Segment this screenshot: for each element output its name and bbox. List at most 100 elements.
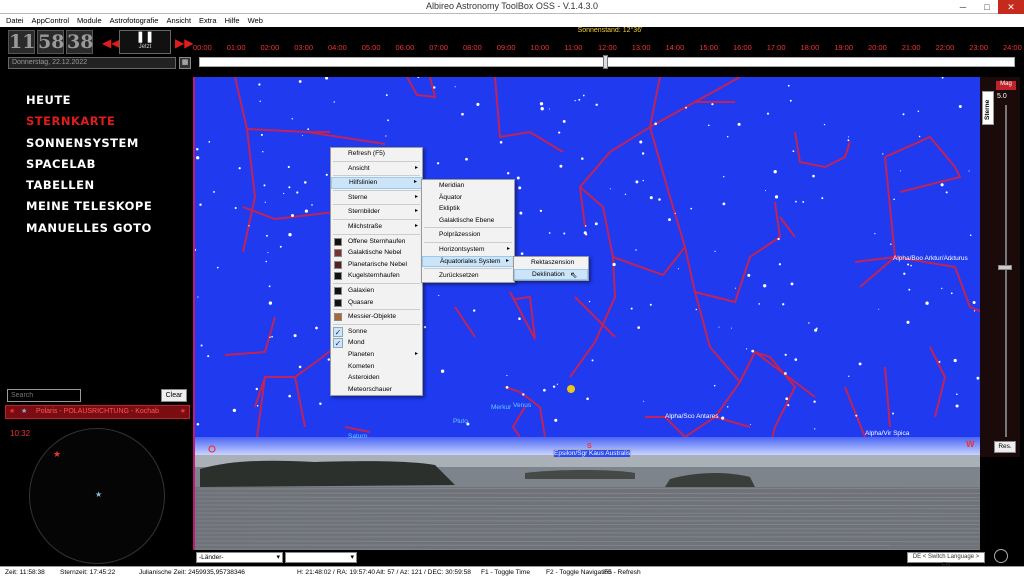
label-venus[interactable]: Venus bbox=[513, 402, 531, 409]
star-dot bbox=[787, 84, 790, 87]
menu-item-sternbilder[interactable]: Sternbilder ▸ bbox=[331, 206, 422, 218]
star-map-canvas[interactable] bbox=[195, 77, 980, 550]
chevron-right-icon: ▸ bbox=[413, 179, 417, 186]
menu-item-aequator[interactable]: Äquator bbox=[422, 192, 514, 204]
forward-button[interactable]: ▶▶ bbox=[175, 36, 193, 50]
menu-item-aequatoriales-system[interactable]: Äquatoriales System ▸ bbox=[422, 255, 514, 268]
label-antares[interactable]: Alpha/Sco Antares bbox=[665, 413, 718, 420]
menu-web[interactable]: Web bbox=[248, 14, 263, 27]
star-dot bbox=[267, 252, 269, 254]
menu-item-galaxien[interactable]: Galaxien bbox=[331, 285, 422, 297]
label-arcturus[interactable]: Alpha/Boo Arktur/Arkturus bbox=[893, 255, 968, 262]
date-field[interactable]: Donnerstag, 22.12.2022 bbox=[8, 57, 176, 69]
menu-item-kometen[interactable]: Kometen bbox=[331, 361, 422, 373]
menu-item-polpraezession[interactable]: Polpräzession bbox=[422, 229, 514, 241]
menu-item-messier-objekte[interactable]: Messier-Objekte bbox=[331, 311, 422, 323]
menu-ansicht[interactable]: Ansicht bbox=[166, 14, 191, 27]
menu-item-planetarische-nebel[interactable]: Planetarische Nebel bbox=[331, 259, 422, 271]
star-dot bbox=[559, 164, 563, 168]
menu-item-milchstrasse[interactable]: Milchstraße ▸ bbox=[331, 221, 422, 233]
star-dot bbox=[539, 102, 544, 106]
menu-item-galaktische-nebel[interactable]: Galaktische Nebel bbox=[331, 247, 422, 259]
star-dot bbox=[782, 303, 785, 306]
nav-item-tabellen[interactable]: TABELLEN bbox=[26, 179, 152, 200]
tab-sterne[interactable]: Sterne bbox=[982, 91, 994, 125]
label-kaus-australis[interactable]: Epsilon/Sgr Kaus Australis bbox=[553, 449, 632, 458]
menu-hilfe[interactable]: Hilfe bbox=[225, 14, 240, 27]
star-dot bbox=[519, 211, 523, 215]
menu-item-sterne[interactable]: Sterne ▸ bbox=[331, 192, 422, 204]
star-dot bbox=[890, 243, 892, 245]
menu-datei[interactable]: Datei bbox=[6, 14, 24, 27]
switch-language-button[interactable]: DE < Switch Language > EN bbox=[907, 552, 985, 569]
star-dot bbox=[268, 285, 271, 288]
nav-item-sonnensystem[interactable]: SONNENSYSTEM bbox=[26, 137, 152, 158]
polar-radar: ★ ★ bbox=[29, 428, 165, 564]
minimize-button[interactable]: ─ bbox=[952, 0, 974, 14]
chevron-right-icon: ▸ bbox=[414, 193, 418, 200]
label-pluto[interactable]: Pluto bbox=[453, 418, 468, 425]
star-dot bbox=[902, 113, 905, 116]
pause-now-button[interactable]: ❚❚ Jetzt bbox=[119, 30, 171, 54]
nav-item-meine-teleskope[interactable]: MEINE TELESKOPE bbox=[26, 200, 152, 221]
star-dot bbox=[649, 303, 652, 306]
menu-item-galaktische-ebene[interactable]: Galaktische Ebene bbox=[422, 215, 514, 227]
timeline-hour-label: 22:00 bbox=[935, 43, 955, 52]
label-spica[interactable]: Alpha/Vir Spica bbox=[865, 430, 909, 437]
reset-button[interactable]: Res. bbox=[994, 441, 1016, 453]
menu-item-mond[interactable]: ✓ Mond bbox=[331, 337, 422, 349]
rewind-button[interactable]: ◀◀ bbox=[102, 36, 120, 50]
star-dot bbox=[882, 153, 884, 155]
menu-item-offene-sternhaufen[interactable]: Offene Sternhaufen bbox=[331, 236, 422, 248]
star-map[interactable]: Alpha/Boo Arktur/Arkturus Alpha/Sco Anta… bbox=[193, 77, 980, 550]
magnitude-slider-track[interactable] bbox=[1005, 105, 1007, 437]
quasar-icon bbox=[334, 298, 342, 307]
star-dot bbox=[721, 416, 725, 420]
menu-item-rektaszension[interactable]: Rektaszension bbox=[514, 257, 588, 269]
label-saturn[interactable]: Saturn bbox=[348, 433, 367, 440]
menu-module[interactable]: Module bbox=[77, 14, 102, 27]
menu-item-refresh[interactable]: Refresh (F5) bbox=[331, 148, 422, 160]
timeline-hour-label: 20:00 bbox=[868, 43, 887, 52]
sun-icon[interactable] bbox=[567, 385, 575, 393]
menu-item-ekliptik[interactable]: Ekliptik bbox=[422, 203, 514, 215]
menu-item-ansicht[interactable]: Ansicht ▸ bbox=[331, 163, 422, 175]
magnitude-slider-thumb[interactable] bbox=[998, 265, 1012, 270]
menu-item-hilfslinien[interactable]: Hilfslinien ▸ bbox=[331, 177, 422, 189]
close-button[interactable]: ✕ bbox=[998, 0, 1024, 14]
menu-item-meteorschauer[interactable]: Meteorschauer bbox=[331, 384, 422, 396]
nav-item-spacelab[interactable]: SPACELAB bbox=[26, 158, 152, 179]
star-dot bbox=[288, 233, 292, 237]
star-dot bbox=[766, 112, 770, 115]
menu-item-meridian[interactable]: Meridian bbox=[422, 180, 514, 192]
menu-item-zuruecksetzen[interactable]: Zurücksetzen bbox=[422, 270, 514, 282]
label-merkur[interactable]: Merkur bbox=[491, 404, 511, 411]
menu-item-horizontsystem[interactable]: Horizontsystem ▸ bbox=[422, 244, 514, 256]
menu-item-quasare[interactable]: Quasare bbox=[331, 297, 422, 309]
star-dot bbox=[624, 193, 627, 195]
nav-item-manuelles-goto[interactable]: MANUELLES GOTO bbox=[26, 222, 152, 243]
calendar-icon[interactable]: ▦ bbox=[179, 57, 191, 69]
star-dot bbox=[649, 196, 653, 200]
menu-item-asteroiden[interactable]: Asteroiden bbox=[331, 372, 422, 384]
menu-astrofotografie[interactable]: Astrofotografie bbox=[110, 14, 159, 27]
pole-star-strip[interactable]: ★ ★ Polaris - POLAUSRICHTUNG - Kochab ★ bbox=[5, 405, 190, 419]
menu-item-planeten[interactable]: Planeten ▸ bbox=[331, 349, 422, 361]
menu-item-sonne[interactable]: ✓ Sonne bbox=[331, 326, 422, 338]
maximize-button[interactable]: □ bbox=[976, 0, 998, 14]
nav-item-heute[interactable]: HEUTE bbox=[26, 94, 152, 115]
context-menu: Refresh (F5) Ansicht ▸ Hilfslinien ▸ Stern… bbox=[330, 147, 423, 397]
country-select[interactable]: -Länder- bbox=[196, 552, 283, 563]
menu-item-kugelsternhaufen[interactable]: Kugelsternhaufen bbox=[331, 270, 422, 282]
clear-button[interactable]: Clear bbox=[161, 389, 187, 402]
star-dot bbox=[433, 86, 436, 89]
time-slider-thumb[interactable] bbox=[603, 55, 608, 69]
star-dot bbox=[279, 245, 282, 248]
nav-item-sternkarte[interactable]: STERNKARTE bbox=[26, 115, 152, 136]
menu-item-deklination[interactable]: Deklination ⇖ bbox=[514, 268, 588, 281]
menu-extra[interactable]: Extra bbox=[199, 14, 217, 27]
region-select[interactable] bbox=[285, 552, 357, 563]
star-dot bbox=[385, 94, 388, 97]
search-input[interactable] bbox=[7, 389, 81, 402]
menu-appcontrol[interactable]: AppControl bbox=[32, 14, 70, 27]
